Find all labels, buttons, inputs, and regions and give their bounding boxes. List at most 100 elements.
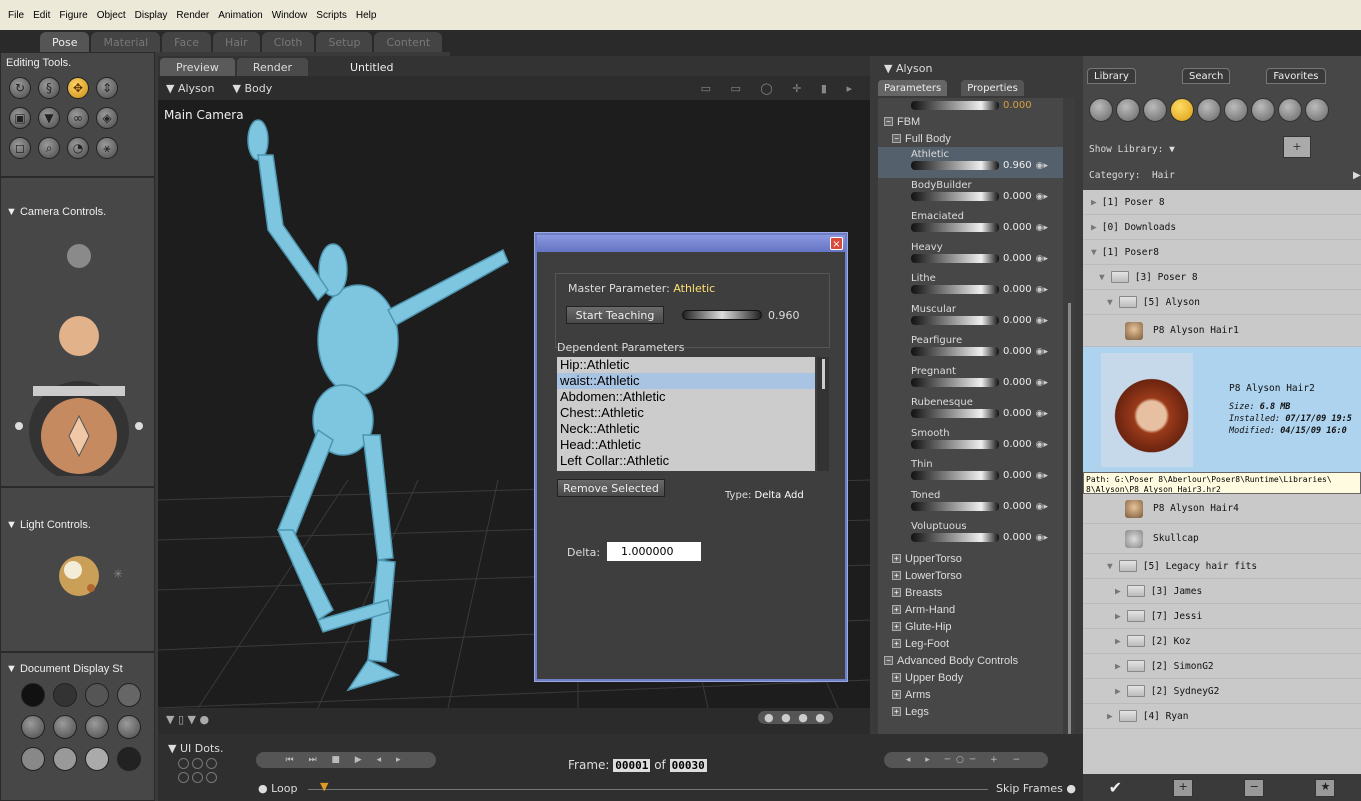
dialog-titlebar[interactable]: × [537, 235, 845, 252]
hands-category-icon[interactable] [1197, 98, 1221, 122]
parameter-dial-row[interactable]: BodyBuilder 0.000 ◉▸ [878, 178, 1063, 209]
ui-dot[interactable] [206, 772, 217, 783]
parameter-dial[interactable] [911, 347, 999, 356]
library-item[interactable]: P8 Alyson Hair1 [1083, 315, 1361, 347]
skip-frames-toggle[interactable]: Skip Frames ● [996, 782, 1076, 795]
menu-help[interactable]: Help [356, 10, 377, 21]
viewport-layout-dots[interactable]: ● ● ● ● [758, 711, 833, 724]
camera-nav-icons[interactable]: ▭ ▭ ◯ ✛ ▮ ▸ [701, 82, 860, 95]
remove-selected-button[interactable]: Remove Selected [557, 479, 665, 497]
library-row[interactable]: ▶ [2] SydneyG2 [1083, 679, 1361, 704]
ui-dot[interactable] [206, 758, 217, 769]
flat-lined-style-icon[interactable] [85, 715, 109, 739]
chain-break-icon[interactable]: ∞ [67, 107, 89, 129]
list-item[interactable]: Left Collar::Athletic [557, 453, 815, 469]
parameter-dial-row[interactable]: Heavy 0.000 ◉▸ [878, 240, 1063, 271]
group-glute-hip[interactable]: + Glute-Hip [878, 618, 1063, 635]
tab-favorites[interactable]: Favorites [1266, 68, 1326, 84]
ui-dot[interactable] [178, 772, 189, 783]
group-arms[interactable]: + Arms [878, 686, 1063, 703]
menu-window[interactable]: Window [272, 10, 308, 21]
parameter-options-icon[interactable]: ◉▸ [1036, 440, 1048, 450]
ui-dot[interactable] [178, 758, 189, 769]
library-row[interactable]: ▶ [2] SimonG2 [1083, 654, 1361, 679]
room-tab-setup[interactable]: Setup [316, 32, 373, 52]
library-item[interactable]: Skullcap [1083, 524, 1361, 554]
master-dial[interactable] [682, 310, 762, 320]
parameter-dial-row[interactable]: Emaciated 0.000 ◉▸ [878, 209, 1063, 240]
parameter-options-icon[interactable]: ◉▸ [1036, 471, 1048, 481]
menu-figure[interactable]: Figure [59, 10, 87, 21]
keyframe-buttons[interactable]: ◂ ▸ ─○─ + − [884, 752, 1048, 768]
parameter-dial-row[interactable]: Voluptuous 0.000 ◉▸ [878, 519, 1063, 550]
group-upper-torso[interactable]: + UpperTorso [878, 550, 1063, 567]
cartoon-style-icon[interactable] [117, 715, 141, 739]
remove-from-library-icon[interactable]: − [1244, 778, 1265, 797]
parameter-dial[interactable] [911, 316, 999, 325]
menu-display[interactable]: Display [135, 10, 168, 21]
add-runtime-folder-icon[interactable]: + [1283, 136, 1311, 158]
cartoon-lined-style-icon[interactable] [117, 747, 141, 771]
room-tab-material[interactable]: Material [91, 32, 161, 52]
parameter-dial[interactable] [911, 285, 999, 294]
parameter-dial[interactable] [911, 409, 999, 418]
add-to-favorites-icon[interactable]: ★ [1315, 778, 1336, 797]
parameter-dial-row[interactable]: Athletic 0.960 ◉▸ [878, 147, 1063, 178]
parameter-dial-row[interactable]: Pearfigure 0.000 ◉▸ [878, 333, 1063, 364]
list-item[interactable]: waist::Athletic [557, 373, 815, 389]
current-frame-field[interactable]: 00001 [613, 759, 651, 772]
tab-search[interactable]: Search [1181, 68, 1231, 84]
parameter-options-icon[interactable]: ◉▸ [1036, 223, 1048, 233]
group-advanced-body-controls[interactable]: − Advanced Body Controls [878, 652, 1063, 669]
library-row[interactable]: ▼ [1] Poser8 [1083, 240, 1361, 265]
library-item[interactable]: P8 Alyson Hair4 [1083, 494, 1361, 524]
group-upper-body[interactable]: + Upper Body [878, 669, 1063, 686]
library-row[interactable]: ▶ [1] Poser 8 [1083, 190, 1361, 215]
props-category-icon[interactable] [1224, 98, 1248, 122]
poses-category-icon[interactable] [1116, 98, 1140, 122]
library-row[interactable]: ▼ [5] Legacy hair fits [1083, 554, 1361, 579]
delta-input[interactable]: 1.000000 [607, 542, 701, 561]
parameter-options-icon[interactable]: ◉▸ [1036, 533, 1048, 543]
parameter-options-icon[interactable]: ◉▸ [1036, 192, 1048, 202]
show-library-select[interactable]: Show Library: ▼ [1089, 144, 1175, 155]
library-row[interactable]: ▼ [5] Alyson [1083, 290, 1361, 315]
parameter-dial[interactable] [911, 192, 999, 201]
parameter-dial[interactable] [911, 471, 999, 480]
parameter-options-icon[interactable]: ◉▸ [1036, 161, 1048, 171]
parameter-dial[interactable] [911, 378, 999, 387]
figures-category-icon[interactable] [1089, 98, 1113, 122]
direct-manipulation-icon[interactable]: ⚹ [96, 137, 118, 159]
menu-scripts[interactable]: Scripts [316, 10, 347, 21]
layout-menu-icon[interactable]: ▼ ▯ ▼ ● [166, 713, 209, 726]
color-tool-icon[interactable]: ◈ [96, 107, 118, 129]
menu-object[interactable]: Object [97, 10, 126, 21]
parameter-dial[interactable] [911, 254, 999, 263]
menu-render[interactable]: Render [176, 10, 209, 21]
list-item[interactable]: Hip::Athletic [557, 357, 815, 373]
parameter-options-icon[interactable]: ◉▸ [1036, 347, 1048, 357]
library-row[interactable]: ▶ [3] James [1083, 579, 1361, 604]
translate-in-out-icon[interactable]: ⇕ [96, 77, 118, 99]
list-scrollbar[interactable] [817, 357, 829, 471]
group-full-body[interactable]: − Full Body [878, 130, 1063, 147]
flat-shaded-style-icon[interactable] [53, 715, 77, 739]
hair-category-icon[interactable] [1170, 98, 1194, 122]
playback-buttons[interactable]: ⏮ ⏭ ■ ▶ ◂ ▸ [256, 752, 436, 768]
morphing-tool-icon[interactable]: ◔ [67, 137, 89, 159]
room-tab-hair[interactable]: Hair [213, 32, 260, 52]
add-to-library-icon[interactable]: + [1173, 778, 1194, 797]
smooth-lined-style-icon[interactable] [53, 747, 77, 771]
room-tab-face[interactable]: Face [162, 32, 212, 52]
group-breasts[interactable]: + Breasts [878, 584, 1063, 601]
room-tab-pose[interactable]: Pose [40, 32, 90, 52]
menu-animation[interactable]: Animation [218, 10, 262, 21]
group-arm-hand[interactable]: + Arm-Hand [878, 601, 1063, 618]
parameter-options-icon[interactable]: ◉▸ [1036, 285, 1048, 295]
translate-tool-icon[interactable]: ✥ [67, 77, 89, 99]
light-sphere-widget[interactable]: ✳ [51, 548, 131, 608]
scale-tool-icon[interactable]: ▣ [9, 107, 31, 129]
parameter-dial[interactable] [911, 533, 999, 542]
parameter-dial-row[interactable]: Pregnant 0.000 ◉▸ [878, 364, 1063, 395]
parameter-dial[interactable] [911, 440, 999, 449]
